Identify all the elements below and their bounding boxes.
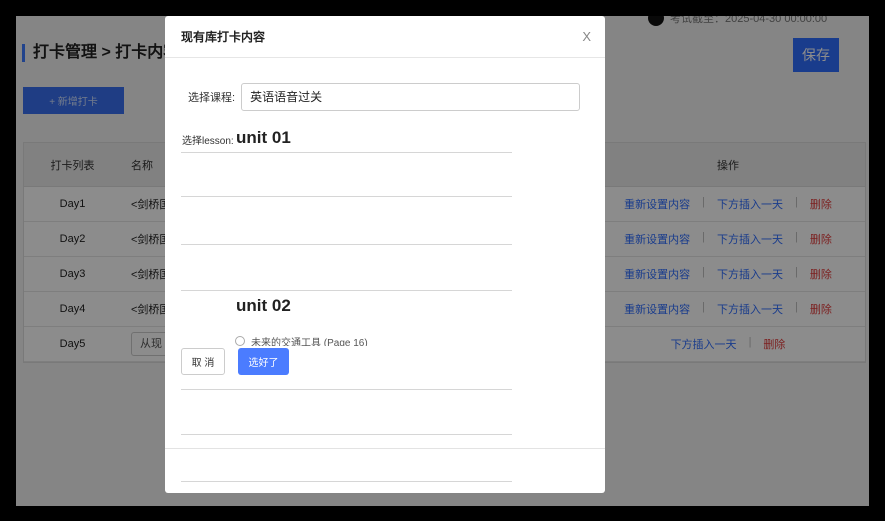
library-content-dialog: 现有库打卡内容 X 选择课程: 英语语音过关 选择lesson: unit 01…	[165, 16, 605, 493]
divider	[181, 196, 512, 197]
course-label: 选择课程:	[188, 92, 236, 104]
unit-heading: unit 02	[236, 296, 291, 315]
lesson-label: 选择lesson:	[182, 136, 234, 147]
dialog-title: 现有库打卡内容	[181, 30, 266, 44]
divider	[181, 434, 512, 435]
dialog-header: 现有库打卡内容 X	[165, 16, 605, 58]
course-select[interactable]: 英语语音过关	[241, 83, 581, 111]
divider	[181, 152, 512, 153]
divider	[181, 389, 512, 390]
lesson-option-label: 未来的交通工具 (Page 16)	[251, 337, 368, 347]
dialog-footer-divider	[165, 448, 605, 449]
confirm-button[interactable]: 选好了	[238, 348, 289, 375]
divider	[181, 481, 512, 482]
divider	[181, 290, 512, 291]
course-select-row: 选择课程: 英语语音过关	[188, 83, 581, 111]
app-screen: 考试截至：2025-04-30 00:00:00 打卡管理 > 打卡内容列 保存…	[16, 16, 869, 506]
radio-icon[interactable]	[235, 336, 245, 346]
divider	[181, 244, 512, 245]
cancel-button[interactable]: 取 消	[181, 348, 225, 375]
close-icon[interactable]: X	[582, 29, 591, 44]
unit-heading: unit 01	[236, 128, 291, 147]
lesson-option[interactable]: 未来的交通工具 (Page 16)	[235, 336, 368, 346]
